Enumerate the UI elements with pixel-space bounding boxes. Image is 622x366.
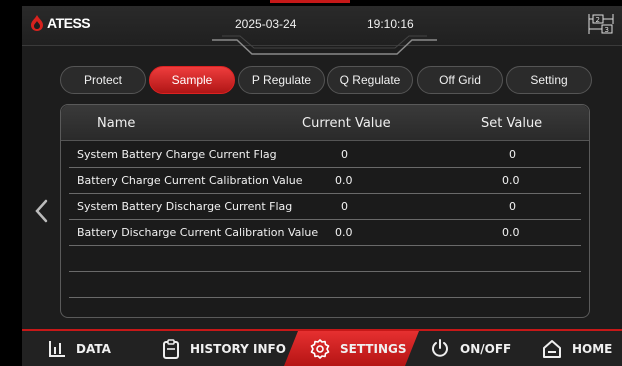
nav-data[interactable]: DATA <box>48 331 111 366</box>
tab-protect[interactable]: Protect <box>60 66 146 94</box>
time-display: 19:10:16 <box>367 17 414 31</box>
column-header-set-value: Set Value <box>481 116 543 131</box>
power-icon <box>432 338 448 357</box>
system-topology-icon[interactable]: 2 3 <box>588 12 614 40</box>
brand-logo: ATESS <box>30 14 91 32</box>
table-row[interactable]: System Battery Discharge Current Flag 0 … <box>69 194 581 220</box>
table-row[interactable]: Battery Charge Current Calibration Value… <box>69 168 581 194</box>
nav-on-off-label: ON/OFF <box>460 341 512 356</box>
device-screen: ATESS 2025-03-24 19:10:16 2 3 Protect Sa… <box>22 6 622 366</box>
date-display: 2025-03-24 <box>235 17 297 31</box>
nav-settings[interactable]: SETTINGS <box>310 331 407 366</box>
nav-history-info-label: HISTORY INFO <box>190 341 286 356</box>
row-name: Battery Discharge Current Calibration Va… <box>77 226 319 239</box>
row-name: System Battery Charge Current Flag <box>77 148 277 161</box>
nav-home[interactable]: HOME <box>542 331 612 366</box>
tab-q-regulate[interactable]: Q Regulate <box>327 66 413 94</box>
row-set-value[interactable]: 0.0 <box>502 174 520 187</box>
clipboard-icon <box>163 338 179 359</box>
nav-on-off[interactable]: ON/OFF <box>430 331 511 366</box>
row-current-value: 0.0 <box>335 226 353 239</box>
previous-page-arrow[interactable] <box>32 196 52 226</box>
nav-settings-label: SETTINGS <box>340 341 407 356</box>
column-header-name: Name <box>97 116 136 131</box>
row-set-value[interactable]: 0 <box>509 200 516 213</box>
bar-chart-icon <box>49 340 65 357</box>
brand-name: ATESS <box>47 15 91 31</box>
home-icon <box>543 339 561 358</box>
svg-text:2: 2 <box>596 16 600 24</box>
header-notch-decoration <box>212 35 437 55</box>
table-row[interactable]: System Battery Charge Current Flag 0 0 <box>69 142 581 168</box>
tab-setting[interactable]: Setting <box>506 66 592 94</box>
table-row-empty <box>69 272 581 298</box>
row-set-value[interactable]: 0 <box>509 148 516 161</box>
top-accent-mark <box>270 0 350 3</box>
row-name: Battery Charge Current Calibration Value <box>77 174 303 187</box>
bottom-navigation: DATA HISTORY INFO SETTINGS ON/OFF HOME <box>22 329 622 366</box>
nav-home-label: HOME <box>572 341 613 356</box>
table-row-empty <box>69 246 581 272</box>
table-row[interactable]: Battery Discharge Current Calibration Va… <box>69 220 581 246</box>
tab-sample[interactable]: Sample <box>149 66 235 94</box>
column-header-current-value: Current Value <box>302 116 391 131</box>
row-current-value: 0 <box>341 200 348 213</box>
tab-off-grid[interactable]: Off Grid <box>417 66 503 94</box>
parameter-table: Name Current Value Set Value System Batt… <box>60 104 590 318</box>
nav-history-info[interactable]: HISTORY INFO <box>162 331 286 366</box>
row-current-value: 0.0 <box>335 174 353 187</box>
nav-data-label: DATA <box>76 341 111 356</box>
flame-icon <box>31 15 43 31</box>
table-header: Name Current Value Set Value <box>61 105 589 141</box>
svg-text:3: 3 <box>605 26 609 34</box>
row-name: System Battery Discharge Current Flag <box>77 200 293 213</box>
gear-icon <box>310 338 330 359</box>
row-current-value: 0 <box>341 148 348 161</box>
row-set-value[interactable]: 0.0 <box>502 226 520 239</box>
tab-p-regulate[interactable]: P Regulate <box>238 66 325 94</box>
